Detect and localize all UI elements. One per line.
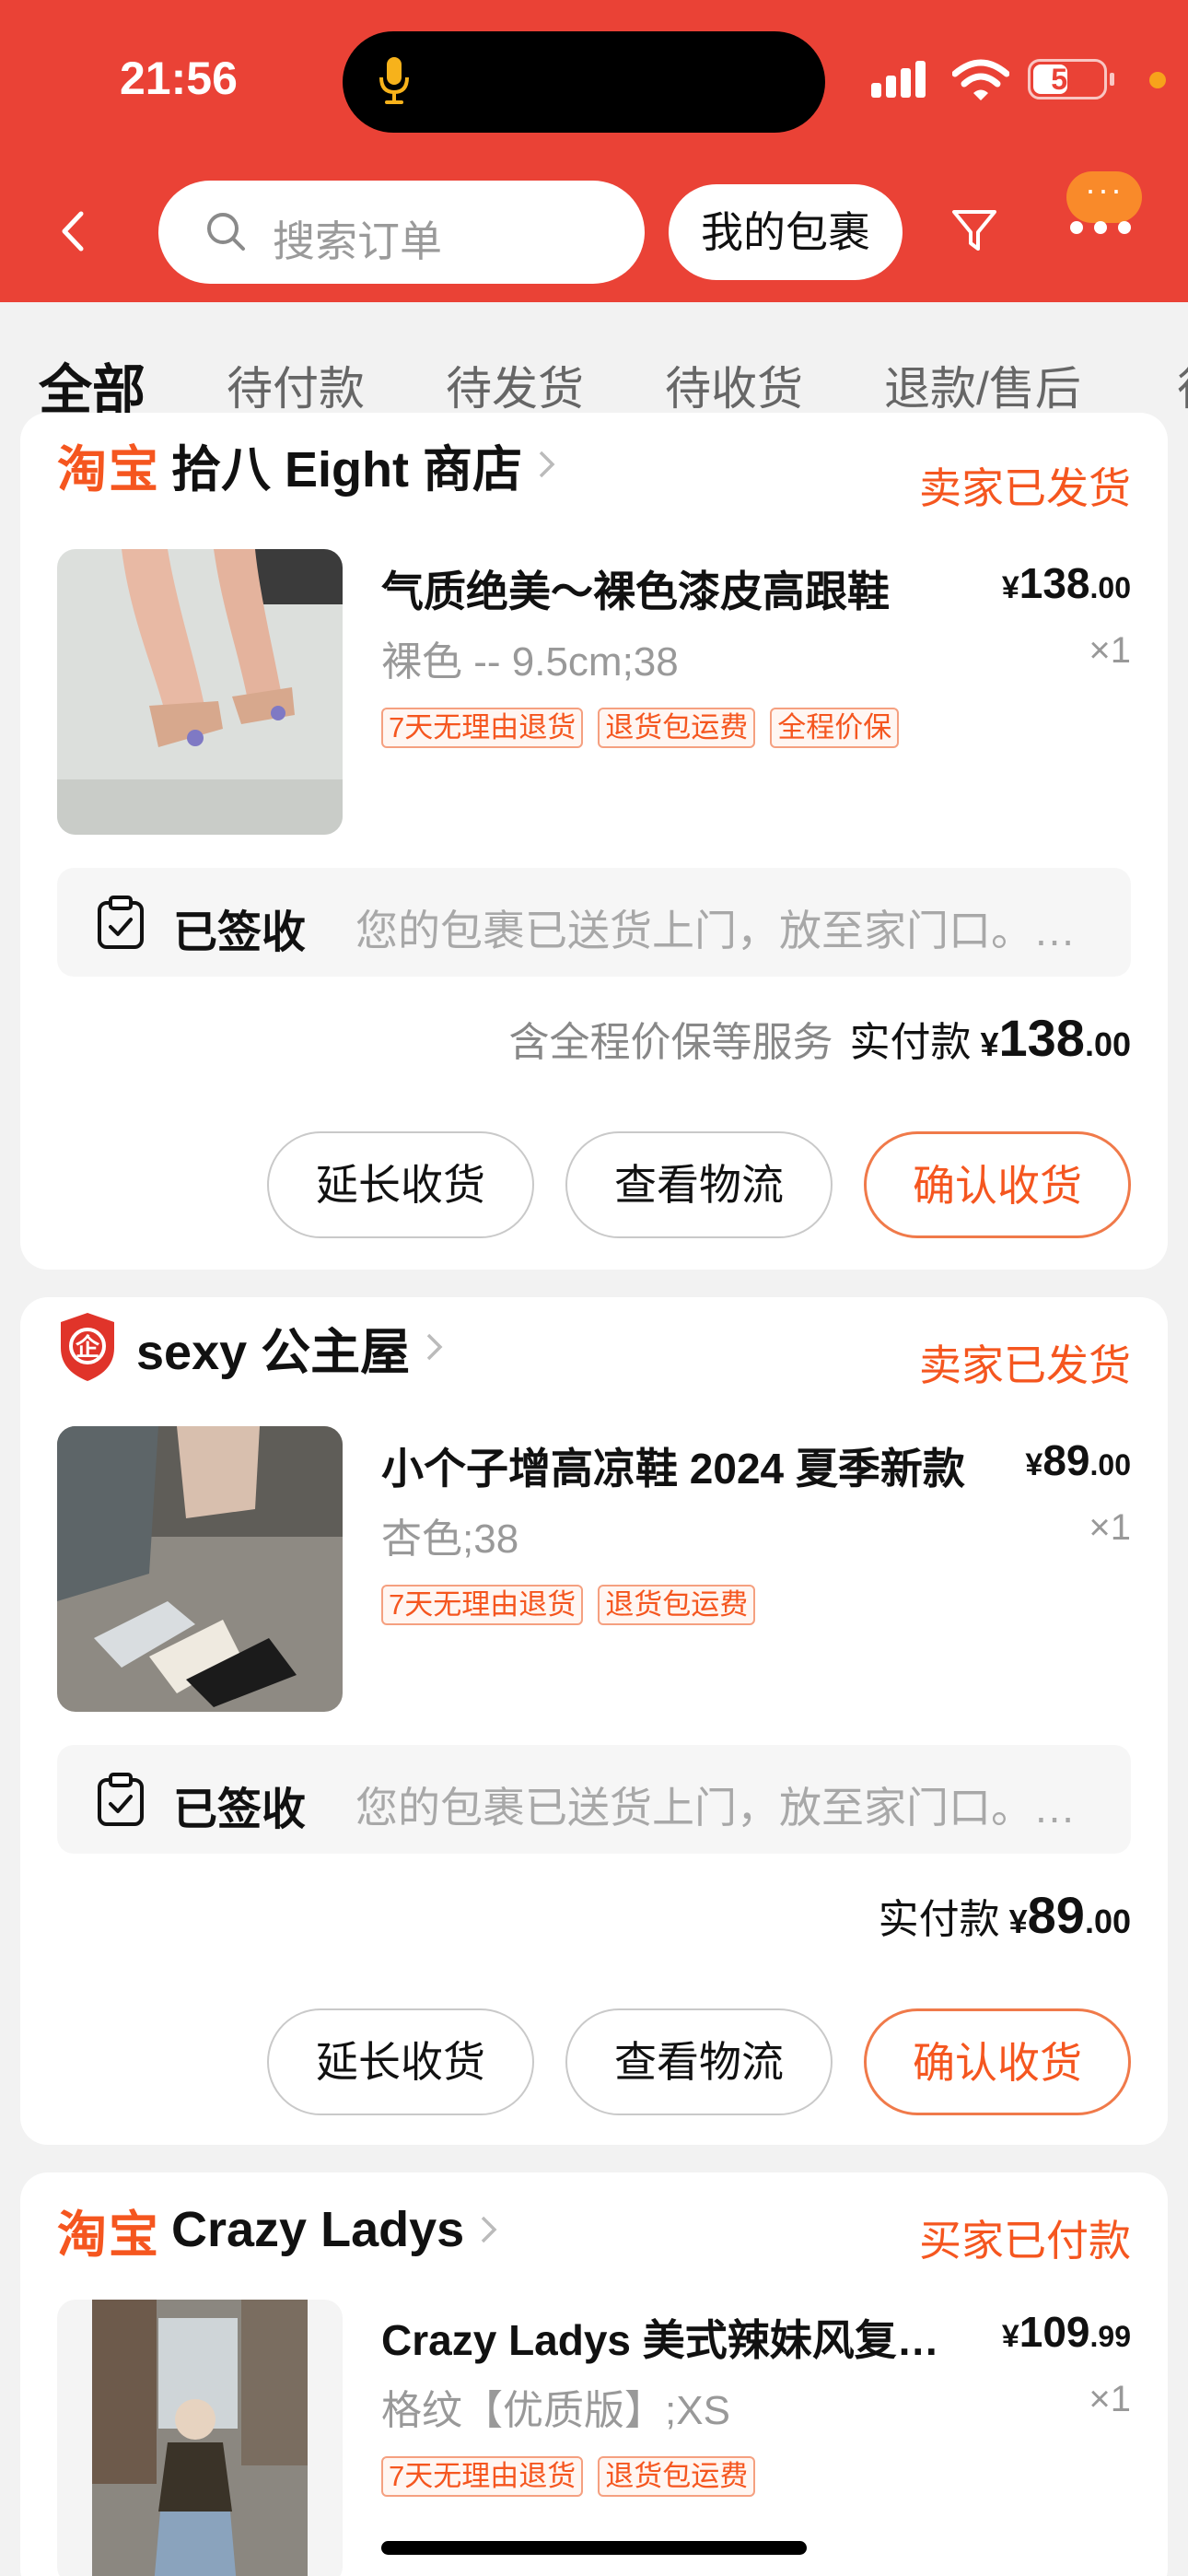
payment-row: 含全程价保等服务 实付款 ¥138.00 [508,1008,1131,1068]
product-quantity: ×1 [1089,1507,1131,1548]
chevron-right-icon [539,451,555,478]
product-price: ¥109.99 [1001,2308,1131,2356]
order-actions: 延长收货 查看物流 确认收货 [267,1131,1131,1238]
shop-header[interactable]: 企 sexy 公主屋 [57,1310,445,1384]
logistics-state: 已签收 [173,908,307,957]
product-sku: 杏色;38 [381,1516,519,1562]
wifi-icon [952,59,1009,100]
product-quantity: ×1 [1089,630,1131,671]
product-title[interactable]: Crazy Ladys 美式辣妹风复古牛仔 [381,2307,980,2368]
battery-percentage: 50 [1051,63,1084,96]
tab-pending-shipment[interactable]: 待发货 [446,352,584,418]
back-arrow-icon[interactable] [55,208,92,254]
payment-decimals: .00 [1084,1903,1131,1940]
payment-row: 实付款 ¥89.00 [879,1885,1131,1945]
payment-currency: ¥ [1008,1903,1028,1940]
product-title[interactable]: 气质绝美～裸色漆皮高跟鞋 [381,558,980,619]
logistics-text: 您的包裹已送货上门，放至家门口。您的包裹已送货上门 [355,907,1092,954]
payment-decimals: .00 [1084,1025,1131,1063]
order-card[interactable]: 淘宝 拾八 Eight 商店 卖家已发货 气质绝美～裸色漆皮高跟鞋 ¥138.0… [20,413,1168,1270]
order-actions: 延长收货 查看物流 确认收货 [267,2008,1131,2115]
product-price: ¥138.00 [1001,559,1131,607]
search-placeholder: 搜索订单 [273,217,442,265]
home-indicator [381,2541,807,2555]
tag-return-shipping: 退货包运费 [598,2456,756,2497]
tag-price-protection: 全程价保 [770,708,900,748]
battery-tip [1110,73,1114,86]
service-tags: 7天无理由退货 退货包运费 [381,1585,756,1625]
enterprise-shop-icon: 企 [61,1313,114,1381]
order-status: 买家已付款 [919,2217,1131,2265]
extend-receipt-button[interactable]: 延长收货 [267,2008,534,2115]
message-badge[interactable]: ··· [1066,171,1142,223]
product-image[interactable] [57,1426,343,1712]
header-bar: 21:56 50 搜索订单 我的包裹 ··· [0,0,1188,302]
product-sku: 格纹【优质版】;XS [381,2388,730,2433]
filter-icon[interactable] [949,205,1000,256]
logistics-summary[interactable]: 已签收 您的包裹已送货上门，放至家门口。您的包裹已送货上门 [57,1745,1131,1854]
payment-note: 含全程价保等服务 [508,1020,833,1065]
extend-receipt-button[interactable]: 延长收货 [267,1131,534,1238]
shop-name[interactable]: Crazy Ladys [171,2201,464,2258]
order-status-tabs: 全部 待付款 待发货 待收货 退款/售后 待 [0,302,1188,431]
status-time: 21:56 [120,53,238,104]
tag-return-shipping: 退货包运费 [598,708,756,748]
shop-header[interactable]: 淘宝 Crazy Ladys [57,2193,499,2266]
logistics-summary[interactable]: 已签收 您的包裹已送货上门，放至家门口。您的包裹已送货上门 [57,868,1131,977]
clipboard-check-icon [98,1773,144,1826]
tag-return-shipping: 退货包运费 [598,1585,756,1625]
view-logistics-button[interactable]: 查看物流 [565,1131,833,1238]
product-sku: 裸色 -- 9.5cm;38 [381,639,679,685]
taobao-logo: 淘宝 [57,441,160,498]
product-image[interactable] [57,2300,343,2576]
confirm-receipt-button[interactable]: 确认收货 [864,2008,1131,2115]
tag-7day-return: 7天无理由退货 [381,1585,584,1625]
order-search-input[interactable]: 搜索订单 [158,181,645,284]
order-card[interactable]: 企 sexy 公主屋 卖家已发货 小个子增高凉鞋 2024 夏季新款 ¥89.0… [20,1297,1168,2145]
tag-7day-return: 7天无理由退货 [381,2456,584,2497]
clipboard-check-icon [98,896,144,949]
payment-currency: ¥ [980,1025,999,1063]
chevron-right-icon [426,1333,443,1361]
more-options-icon[interactable] [1070,221,1131,234]
logistics-state: 已签收 [173,1786,307,1834]
privacy-indicator-dot [1149,72,1166,88]
dynamic-island [343,31,825,133]
cellular-signal-icon [871,61,926,98]
order-status: 卖家已发货 [919,1341,1131,1389]
product-image[interactable] [57,549,343,835]
tag-7day-return: 7天无理由退货 [381,708,584,748]
payment-amount: 138 [998,1009,1085,1067]
microphone-icon [379,57,409,104]
payment-label: 实付款 [849,1020,972,1065]
view-logistics-button[interactable]: 查看物流 [565,2008,833,2115]
tab-pending-payment[interactable]: 待付款 [227,352,365,418]
confirm-receipt-button[interactable]: 确认收货 [864,1131,1131,1238]
product-title[interactable]: 小个子增高凉鞋 2024 夏季新款 [381,1435,980,1496]
product-price: ¥89.00 [1025,1436,1131,1484]
payment-amount: 89 [1027,1886,1085,1944]
payment-label: 实付款 [878,1897,1000,1942]
tab-pending-receipt[interactable]: 待收货 [665,352,803,418]
logistics-text: 您的包裹已送货上门，放至家门口。您的包裹已送货上门 [355,1784,1092,1832]
tab-refund-after-sales[interactable]: 退款/售后 [884,352,1081,418]
service-tags: 7天无理由退货 退货包运费 [381,2456,756,2497]
service-tags: 7天无理由退货 退货包运费 全程价保 [381,708,900,748]
shop-header[interactable]: 淘宝 拾八 Eight 商店 [57,427,557,501]
order-status: 卖家已发货 [919,464,1131,512]
shop-name[interactable]: sexy 公主屋 [136,1311,410,1384]
battery-icon: 50 [1028,59,1107,100]
product-quantity: ×1 [1089,2379,1131,2419]
enterprise-logo-text: 企 [76,1333,100,1362]
chevron-right-icon [481,2216,497,2243]
taobao-logo: 淘宝 [57,2207,160,2263]
order-card[interactable]: 淘宝 Crazy Ladys 买家已付款 Crazy Ladys 美式辣妹风复古… [20,2172,1168,2576]
search-icon [207,213,245,251]
my-packages-button[interactable]: 我的包裹 [669,184,903,280]
shop-name[interactable]: 拾八 Eight 商店 [171,428,522,501]
tab-partial[interactable]: 待 [1177,352,1188,418]
